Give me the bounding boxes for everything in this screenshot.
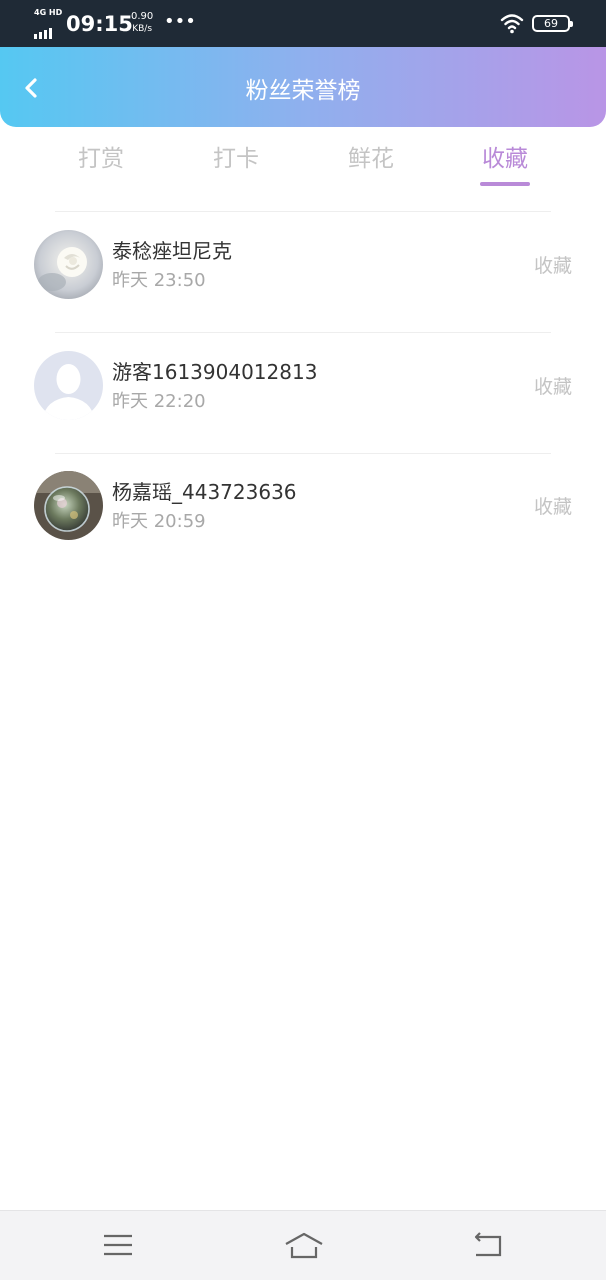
- timestamp: 昨天 23:50: [112, 270, 206, 291]
- user-name: 杨嘉瑶_443723636: [112, 480, 297, 504]
- network-type-label: 4G HD: [34, 8, 63, 17]
- battery-icon: 69: [532, 15, 573, 32]
- tab-label: 打卡: [213, 146, 259, 172]
- more-notifications-icon: •••: [164, 11, 196, 32]
- action-label: 收藏: [533, 376, 572, 398]
- menu-icon: [104, 1234, 132, 1256]
- tab-label: 收藏: [482, 146, 528, 172]
- default-user-silhouette: [34, 351, 103, 420]
- avatar: [34, 471, 103, 540]
- tab-favorites[interactable]: 收藏: [455, 142, 555, 186]
- glass-globe-photo: [34, 471, 103, 540]
- tab-label: 鲜花: [348, 146, 394, 172]
- home-button[interactable]: [282, 1229, 326, 1261]
- tab-flowers[interactable]: 鲜花: [321, 142, 421, 186]
- status-time: 09:15: [66, 12, 133, 36]
- user-name: 游客1613904012813: [112, 360, 318, 384]
- timestamp: 昨天 22:20: [112, 391, 206, 412]
- back-nav-button[interactable]: [470, 1229, 506, 1261]
- page-title: 粉丝荣誉榜: [245, 78, 361, 104]
- tab-active-indicator: [480, 182, 530, 186]
- white-rose-photo: [34, 230, 103, 299]
- tab-label: 打赏: [78, 146, 124, 172]
- signal-icon: [34, 20, 54, 39]
- wifi-icon: [500, 14, 524, 34]
- tab-bar: 打赏 打卡 鲜花 收藏: [0, 132, 606, 194]
- menu-button[interactable]: [100, 1229, 136, 1261]
- back-button[interactable]: [14, 71, 48, 105]
- status-bar: 4G HD 09:15 0.90 KB/s ••• 69: [0, 0, 606, 47]
- avatar: [34, 230, 103, 299]
- list-item[interactable]: 游客1613904012813 昨天 22:20 收藏: [0, 333, 606, 453]
- network-speed-value: 0.90: [131, 11, 154, 22]
- back-icon: [474, 1232, 502, 1257]
- tab-checkin[interactable]: 打卡: [186, 142, 286, 186]
- user-name: 泰稔痤坦尼克: [112, 239, 232, 263]
- action-label: 收藏: [533, 255, 572, 277]
- network-speed: 0.90 KB/s: [131, 11, 153, 35]
- tab-reward[interactable]: 打赏: [51, 142, 151, 186]
- action-label: 收藏: [533, 496, 572, 518]
- timestamp: 昨天 20:59: [112, 511, 206, 532]
- network-speed-unit: KB/s: [132, 24, 153, 34]
- home-icon: [285, 1232, 323, 1259]
- app-header: 粉丝荣誉榜: [0, 47, 606, 127]
- system-nav-bar: [0, 1210, 606, 1280]
- list-item[interactable]: 泰稔痤坦尼克 昨天 23:50 收藏: [0, 212, 606, 332]
- chevron-left-icon: [25, 78, 37, 98]
- list-item[interactable]: 杨嘉瑶_443723636 昨天 20:59 收藏: [0, 453, 606, 573]
- avatar: [34, 351, 103, 420]
